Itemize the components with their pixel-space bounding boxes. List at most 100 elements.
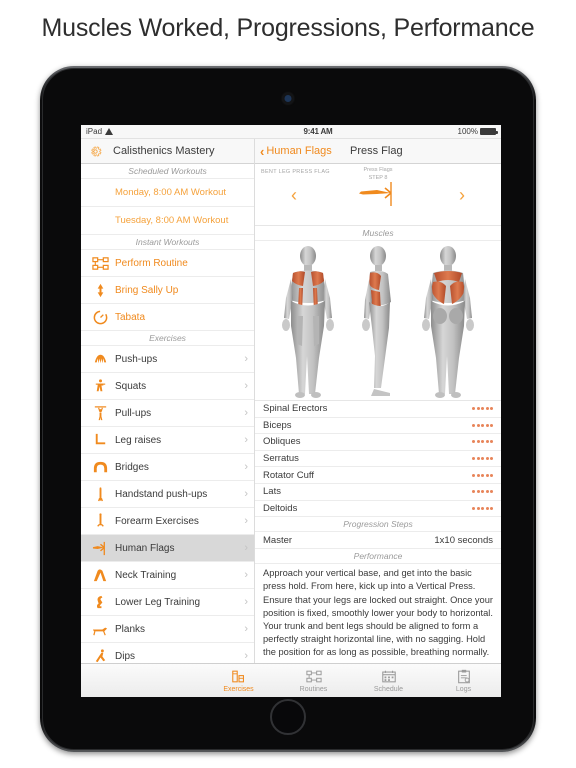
sidebar-item-bridges[interactable]: Bridges › [81,454,254,481]
sidebar-item-leg-raises[interactable]: Leg raises › [81,427,254,454]
muscle-intensity-rating [472,473,493,477]
sidebar-item-squats[interactable]: Squats › [81,373,254,400]
rating-dot [476,423,480,427]
status-bar-clock: 9:41 AM [303,127,333,136]
forearm-icon [89,511,111,531]
battery-percent-label: 100% [457,127,478,136]
detail-title: Press Flag [350,145,403,157]
sidebar-item-monday-8-00-am-workout[interactable]: Monday, 8:00 AM Workout [81,179,254,207]
pushup-icon [89,349,111,369]
front-camera-icon [284,95,292,102]
rating-dot [472,490,475,494]
rating-dot [472,457,475,461]
lowerleg-icon [89,592,111,612]
battery-icon [480,128,498,135]
sidebar-item-pull-ups[interactable]: Pull-ups › [81,400,254,427]
sidebar-item-dips[interactable]: Dips › [81,643,254,663]
rating-dot [481,490,484,494]
ipad-device-frame: iPad 9:41 AM 100% Calisthenics Mastery S… [40,66,536,752]
sidebar-item-handstand-push-ups[interactable]: Handstand push-ups › [81,481,254,508]
rating-dot [472,423,475,427]
muscle-row: Biceps [255,418,501,435]
rating-dot [476,473,480,477]
status-bar: iPad 9:41 AM 100% [81,125,501,139]
back-button[interactable]: ‹ Human Flags [260,145,332,158]
logs-icon [456,669,472,685]
sidebar-item-bring-sally-up[interactable]: Bring Sally Up [81,277,254,304]
sidebar-item-forearm-exercises[interactable]: Forearm Exercises › [81,508,254,535]
device-bezel: iPad 9:41 AM 100% Calisthenics Mastery S… [42,68,534,750]
sidebar-item-tabata[interactable]: Tabata [81,304,254,331]
routine-icon [89,253,111,273]
rating-dot [472,506,475,510]
no-icon [89,211,111,231]
sidebar-navbar: Calisthenics Mastery [81,139,254,164]
tab-exercises[interactable]: Exercises [201,664,276,697]
chevron-left-icon: ‹ [260,143,265,159]
sidebar-list[interactable]: Scheduled Workouts Monday, 8:00 AM Workou… [81,164,254,663]
routines-icon [305,669,322,685]
muscle-name: Spinal Erectors [263,403,328,415]
rating-dot [485,457,489,461]
current-step-name: Press Flags [363,167,393,173]
tab-routines[interactable]: Routines [276,664,351,697]
chevron-right-icon: › [244,460,248,473]
pullup-icon [89,403,111,423]
chevron-right-icon: › [244,541,248,554]
sidebar-item-planks[interactable]: Planks › [81,616,254,643]
muscle-row: Serratus [255,451,501,468]
sidebar-item-label: Forearm Exercises [115,515,199,527]
bridge-icon [89,457,111,477]
chevron-right-icon: › [244,433,248,446]
rating-dot [472,440,475,444]
sidebar-item-label: Pull-ups [115,407,152,419]
timer-icon [89,307,111,327]
sidebar-item-label: Tuesday, 8:00 AM Workout [115,215,229,226]
rating-dot [481,457,484,461]
press-flag-thumbnail-icon [355,182,401,206]
sidebar-item-label: Planks [115,623,146,635]
muscle-name: Lats [263,486,281,498]
sidebar-item-human-flags[interactable]: Human Flags › [81,535,254,562]
gear-icon[interactable] [88,144,103,159]
muscles-section-header: Muscles [255,226,501,241]
progression-row: Master 1x10 seconds [255,532,501,550]
anatomy-figure-front [269,246,347,398]
rating-dot [490,473,493,477]
sidebar-item-neck-training[interactable]: Neck Training › [81,562,254,589]
rating-dot [481,440,484,444]
rating-dot [490,423,493,427]
chevron-right-icon: › [244,352,248,365]
sidebar-item-perform-routine[interactable]: Perform Routine [81,250,254,277]
tab-logs-label: Logs [455,685,472,693]
back-button-label: Human Flags [266,145,332,157]
rating-dot [490,506,493,510]
status-bar-right: 100% [381,127,501,136]
sidebar-section-header: Exercises [81,331,254,346]
rating-dot [485,490,489,494]
rating-dot [481,473,484,477]
sidebar-item-label: Perform Routine [115,257,188,269]
anatomy-figure-side [350,246,406,398]
tab-exercises-label: Exercises [223,685,254,693]
sidebar-item-label: Tabata [115,311,146,323]
previous-step-button[interactable]: ‹ [291,186,297,204]
handstand-icon [89,484,111,504]
sidebar-item-label: Bring Sally Up [115,284,179,296]
tab-schedule[interactable]: Schedule [351,664,426,697]
muscle-name: Biceps [263,419,292,431]
app-title: Calisthenics Mastery [113,145,215,157]
plank-icon [89,619,111,639]
rating-dot [490,440,493,444]
home-button[interactable] [270,699,306,735]
next-step-button[interactable]: › [459,186,465,204]
sidebar-item-push-ups[interactable]: Push-ups › [81,346,254,373]
progression-name: Master [263,534,293,546]
sidebar-item-label: Monday, 8:00 AM Workout [115,187,227,198]
sidebar-item-tuesday-8-00-am-workout[interactable]: Tuesday, 8:00 AM Workout [81,207,254,235]
sidebar-item-lower-leg-training[interactable]: Lower Leg Training › [81,589,254,616]
split-view: Calisthenics Mastery Scheduled Workouts M… [81,139,501,663]
muscle-intensity-rating [472,423,493,427]
muscle-name: Obliques [263,436,301,448]
tab-logs[interactable]: Logs [426,664,501,697]
